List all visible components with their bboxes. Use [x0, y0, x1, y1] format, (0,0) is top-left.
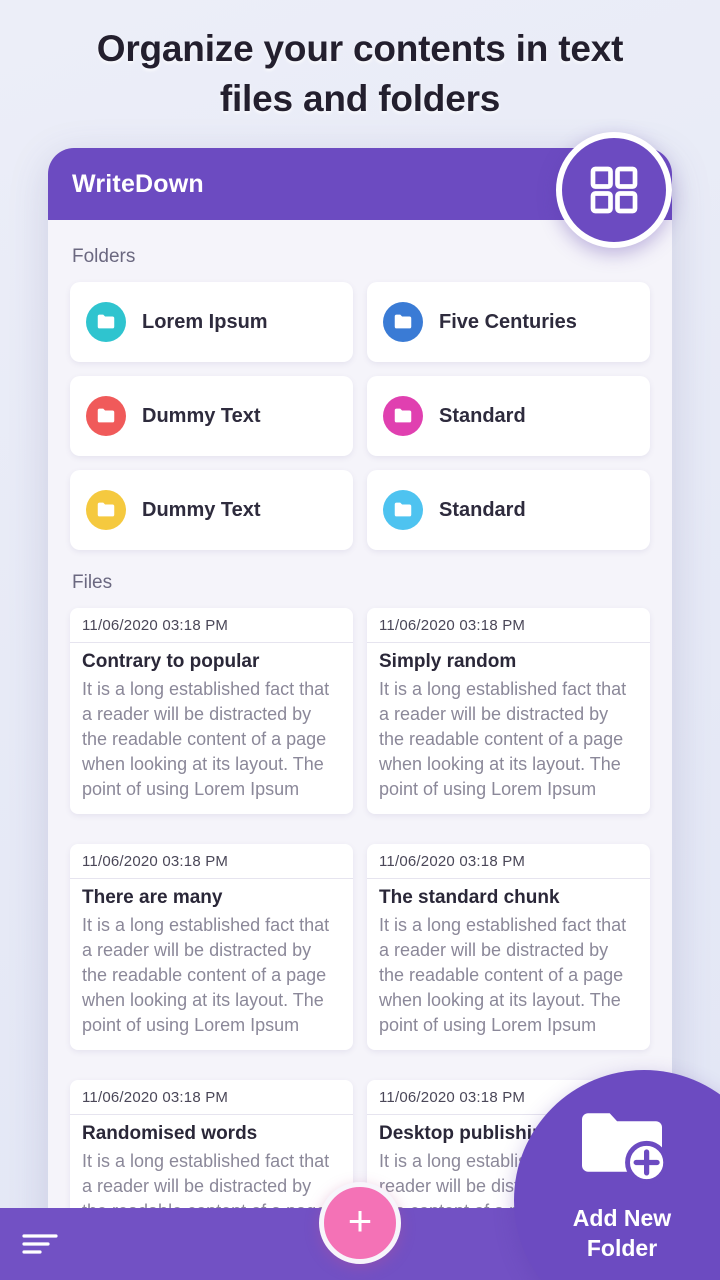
section-label-files: Files [72, 572, 113, 593]
file-excerpt: It is a long established fact that a rea… [82, 679, 330, 799]
folder-card[interactable]: Dummy Text [70, 376, 353, 456]
page-title: Organize your contents in text files and… [0, 24, 720, 124]
folder-card[interactable]: Standard [367, 376, 650, 456]
file-title: Randomised words [82, 1123, 258, 1144]
file-date: 11/06/2020 03:18 PM [70, 844, 353, 879]
folder-card[interactable]: Lorem Ipsum [70, 282, 353, 362]
file-date: 11/06/2020 03:18 PM [367, 844, 650, 879]
file-date: 11/06/2020 03:18 PM [70, 1080, 353, 1115]
add-note-fab[interactable]: + [319, 1182, 401, 1264]
file-card[interactable]: 11/06/2020 03:18 PM The standard chunk I… [367, 844, 650, 1050]
folder-card[interactable]: Standard [367, 470, 650, 550]
folder-icon [383, 396, 423, 436]
file-excerpt: It is a long established fact that a rea… [379, 679, 627, 799]
section-label-folders: Folders [72, 246, 136, 267]
folder-name: Lorem Ipsum [142, 310, 268, 333]
fab-plus-icon: + [347, 1197, 373, 1244]
file-date: 11/06/2020 03:18 PM [70, 608, 353, 643]
page-title-line-2: files and folders [219, 78, 501, 119]
folder-icon [383, 302, 423, 342]
folder-card[interactable]: Dummy Text [70, 470, 353, 550]
add-new-folder-label-line-2: Folder [586, 1235, 658, 1261]
file-date: 11/06/2020 03:18 PM [367, 608, 650, 643]
screen-root: Organize your contents in text files and… [0, 0, 720, 1280]
file-card[interactable]: 11/06/2020 03:18 PM Simply random It is … [367, 608, 650, 814]
folder-name: Dummy Text [142, 404, 261, 427]
folder-name: Standard [439, 498, 526, 521]
folder-icon [86, 302, 126, 342]
file-title: Simply random [379, 651, 517, 672]
file-card[interactable]: 11/06/2020 03:18 PM There are many It is… [70, 844, 353, 1050]
grid-view-button[interactable] [556, 132, 672, 248]
file-title: The standard chunk [379, 887, 560, 908]
file-excerpt: It is a long established fact that a rea… [379, 915, 627, 1035]
file-body: Contrary to popular It is a long establi… [70, 643, 353, 814]
folder-icon [86, 396, 126, 436]
file-body: Simply random It is a long established f… [367, 643, 650, 814]
folder-name: Five Centuries [439, 310, 577, 333]
add-new-folder-label-line-1: Add New [572, 1205, 672, 1231]
file-card[interactable]: 11/06/2020 03:18 PM Contrary to popular … [70, 608, 353, 814]
file-title: There are many [82, 887, 223, 908]
folder-name: Standard [439, 404, 526, 427]
folder-grid: Lorem Ipsum Five Centuries Dummy Text St… [70, 282, 650, 550]
file-body: The standard chunk It is a long establis… [367, 879, 650, 1050]
add-folder-icon [574, 1104, 670, 1189]
folder-icon [86, 490, 126, 530]
file-title: Contrary to popular [82, 651, 260, 672]
folder-name: Dummy Text [142, 498, 261, 521]
folder-icon [383, 490, 423, 530]
app-title: WriteDown [72, 169, 204, 198]
page-title-line-1: Organize your contents in text [96, 28, 624, 69]
file-body: There are many It is a long established … [70, 879, 353, 1050]
hamburger-menu-icon[interactable] [22, 1231, 58, 1257]
file-excerpt: It is a long established fact that a rea… [82, 915, 330, 1035]
add-new-folder-label: Add New Folder [537, 1203, 707, 1263]
folder-card[interactable]: Five Centuries [367, 282, 650, 362]
